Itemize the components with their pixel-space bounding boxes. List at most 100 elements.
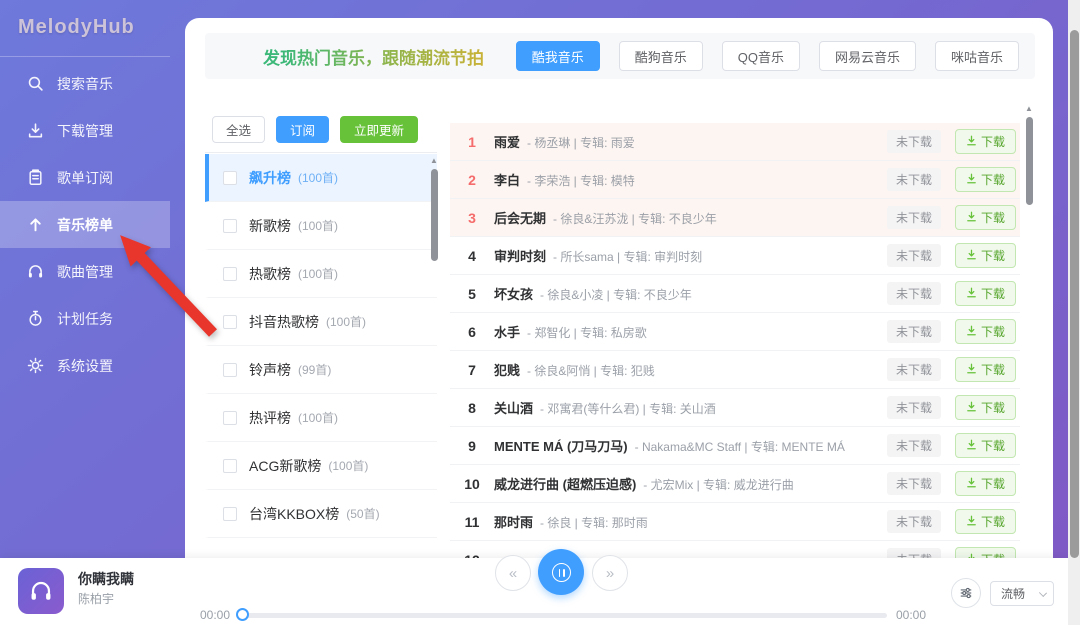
sidebar-item-label: 系统设置: [57, 357, 113, 374]
sidebar-item-1[interactable]: 搜索音乐: [0, 60, 170, 107]
source-tab-3[interactable]: QQ音乐: [721, 41, 800, 71]
progress-track[interactable]: [236, 608, 887, 622]
download-label: 下载: [980, 401, 1005, 415]
sidebar-item-label: 搜索音乐: [57, 75, 113, 92]
promo-headline: 发现热门音乐，跟随潮流节拍: [263, 44, 484, 69]
status-badge: 未下载: [886, 472, 941, 495]
play-pause-button[interactable]: [538, 549, 584, 595]
headphones-icon: [31, 582, 51, 600]
source-tab-5[interactable]: 咪咕音乐: [934, 41, 1019, 71]
song-meta: - 李荣浩 | 专辑: 模特: [527, 174, 635, 188]
chart-name: ACG新歌榜: [249, 457, 322, 474]
song-title: 李白: [494, 173, 521, 188]
checkbox[interactable]: [223, 170, 237, 185]
subscribe-button[interactable]: 订阅: [276, 116, 330, 143]
music-source-tabs: 酷我音乐 酷狗音乐 QQ音乐 网易云音乐 咪咕音乐: [515, 41, 1019, 71]
update-now-button[interactable]: 立即更新: [340, 116, 419, 143]
checkbox[interactable]: [223, 410, 237, 425]
download-button[interactable]: 下载: [954, 395, 1016, 420]
quality-value: 流畅: [1001, 587, 1026, 601]
download-button[interactable]: 下载: [954, 357, 1016, 382]
status-badge: 未下载: [886, 168, 941, 191]
checkbox[interactable]: [223, 458, 237, 473]
quality-select[interactable]: 流畅: [990, 581, 1054, 606]
chart-row[interactable]: 新歌榜 (100首): [205, 202, 437, 250]
download-button[interactable]: 下载: [954, 205, 1016, 230]
chart-row[interactable]: 抖音热歌榜 (100首): [205, 298, 437, 346]
equalizer-button[interactable]: [951, 578, 981, 608]
download-button[interactable]: 下载: [954, 129, 1016, 154]
next-track-button[interactable]: »: [592, 555, 628, 591]
song-row: 1 雨爱 - 杨丞琳 | 专辑: 雨爱 未下载 下载: [450, 123, 1020, 161]
download-button[interactable]: 下载: [954, 547, 1016, 558]
status-badge: 未下载: [886, 244, 941, 267]
download-icon: [966, 173, 977, 187]
progress-handle[interactable]: [236, 608, 250, 621]
sidebar-item-label: 下载管理: [57, 122, 113, 139]
checkbox[interactable]: [223, 362, 237, 377]
song-info: 威龙进行曲 (超燃压迫感) - 尤宏Mix | 专辑: 威龙进行曲: [494, 474, 887, 493]
sidebar-item-4[interactable]: 音乐榜单: [0, 201, 170, 248]
song-row: 8 关山酒 - 邓寓君(等什么君) | 专辑: 关山酒 未下载 下载: [450, 389, 1020, 427]
chart-row[interactable]: 热评榜 (100首): [205, 394, 437, 442]
source-tab-4[interactable]: 网易云音乐: [818, 41, 916, 71]
chart-name: 热歌榜: [249, 265, 291, 282]
window-scrollbar: [1068, 0, 1080, 625]
song-title: 水手: [494, 325, 521, 340]
download-label: 下载: [980, 439, 1005, 453]
download-button[interactable]: 下载: [954, 167, 1016, 192]
scrollbar-thumb[interactable]: [1069, 30, 1079, 558]
checkbox[interactable]: [223, 218, 237, 233]
download-label: 下载: [980, 173, 1005, 187]
sidebar-item-7[interactable]: 系统设置: [0, 342, 170, 389]
progress-row: 00:00 00:00: [200, 608, 926, 622]
download-button[interactable]: 下载: [954, 433, 1016, 458]
download-button[interactable]: 下载: [954, 243, 1016, 268]
download-button[interactable]: 下载: [954, 471, 1016, 496]
sidebar-item-5[interactable]: 歌曲管理: [0, 248, 170, 295]
checkbox[interactable]: [223, 266, 237, 281]
song-title: 那时雨: [494, 515, 534, 530]
song-rank: 5: [468, 285, 476, 302]
previous-track-button[interactable]: «: [495, 555, 531, 591]
song-meta: - 尤宏Mix | 专辑: 威龙进行曲: [643, 478, 794, 492]
chart-row[interactable]: 热歌榜 (100首): [205, 250, 437, 298]
song-info: 那时雨 - 徐良 | 专辑: 那时雨: [494, 512, 887, 531]
song-title: 审判时刻: [494, 249, 547, 264]
download-button[interactable]: 下载: [954, 281, 1016, 306]
download-label: 下载: [980, 363, 1005, 377]
source-tab-2[interactable]: 酷狗音乐: [618, 41, 703, 71]
checkbox[interactable]: [223, 506, 237, 521]
status-badge: 未下载: [886, 434, 941, 457]
headphones-icon: [27, 263, 44, 280]
sidebar-item-label: 音乐榜单: [57, 216, 113, 233]
sidebar-item-3[interactable]: 歌单订阅: [0, 154, 170, 201]
checkbox[interactable]: [223, 314, 237, 329]
chart-row[interactable]: ACG新歌榜 (100首): [205, 442, 437, 490]
source-tab-1[interactable]: 酷我音乐: [515, 41, 600, 71]
scroll-up-icon[interactable]: ▲: [429, 156, 439, 166]
song-title: 威龙进行曲 (超燃压迫感): [494, 477, 637, 492]
scrollbar-thumb[interactable]: [430, 169, 438, 261]
chart-count: (50首): [346, 507, 380, 521]
chart-row[interactable]: 台湾KKBOX榜 (50首): [205, 490, 437, 538]
sidebar-item-6[interactable]: 计划任务: [0, 295, 170, 342]
download-icon: [966, 401, 977, 415]
sidebar-item-2[interactable]: 下载管理: [0, 107, 170, 154]
scroll-up-icon[interactable]: ▲: [1024, 104, 1034, 114]
song-rank: 8: [468, 399, 476, 416]
chart-list-scrollbar: ▲: [429, 156, 439, 386]
song-rank: 7: [468, 361, 476, 378]
song-info: 后会无期 - 徐良&汪苏泷 | 专辑: 不良少年: [494, 208, 887, 227]
sidebar: MelodyHub 搜索音乐 下载管理 歌单订阅 音乐榜单 歌曲管理 计划任务 系统设置: [0, 0, 170, 558]
scrollbar-thumb[interactable]: [1025, 117, 1033, 205]
time-total: 00:00: [895, 608, 926, 622]
download-button[interactable]: 下载: [954, 509, 1016, 534]
chart-row[interactable]: 飙升榜 (100首): [205, 154, 437, 202]
song-meta: - 所长sama | 专辑: 审判时刻: [553, 250, 703, 264]
gear-icon: [27, 357, 44, 374]
select-all-button[interactable]: 全选: [212, 116, 266, 143]
download-button[interactable]: 下载: [954, 319, 1016, 344]
chart-row[interactable]: 铃声榜 (99首): [205, 346, 437, 394]
chart-panel-buttons: 全选 订阅 立即更新: [205, 116, 437, 143]
